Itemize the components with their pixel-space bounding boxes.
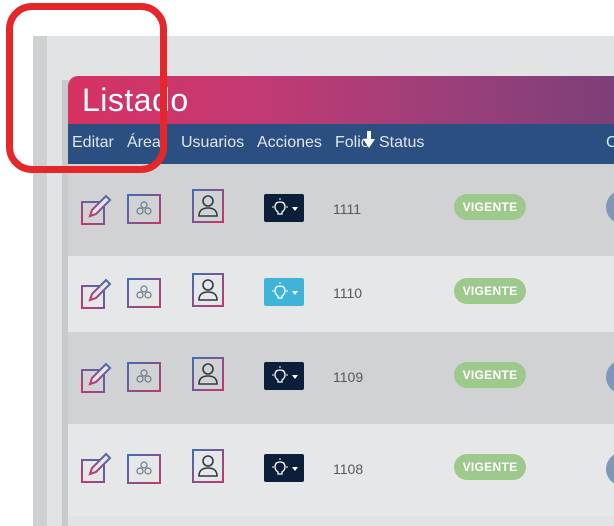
- chevron-down-icon: [292, 467, 298, 471]
- column-acciones[interactable]: Acciones: [257, 133, 322, 153]
- avatar[interactable]: [606, 452, 614, 486]
- column-usuarios[interactable]: Usuarios: [181, 133, 244, 153]
- folio-value: 1108: [333, 461, 364, 477]
- actions-button[interactable]: [264, 278, 304, 306]
- group-icon[interactable]: [127, 454, 161, 484]
- folio-value: 1111: [333, 201, 362, 217]
- edit-icon[interactable]: [80, 452, 112, 484]
- status-badge: VIGENTE: [454, 194, 526, 220]
- actions-button[interactable]: [264, 454, 304, 482]
- user-icon[interactable]: [192, 357, 224, 391]
- lightbulb-icon: [272, 198, 288, 215]
- edit-icon[interactable]: [80, 362, 112, 394]
- column-status[interactable]: Status: [379, 133, 424, 153]
- chevron-down-icon: [292, 375, 298, 379]
- actions-button[interactable]: [264, 194, 304, 222]
- sort-down-icon[interactable]: [363, 139, 375, 148]
- group-icon[interactable]: [127, 194, 161, 224]
- chevron-down-icon: [292, 207, 298, 211]
- user-icon[interactable]: [192, 449, 224, 483]
- user-icon[interactable]: [192, 273, 224, 307]
- actions-button[interactable]: [264, 362, 304, 390]
- lightbulb-icon: [272, 458, 288, 475]
- table-row: 1109 VIGENTE: [68, 332, 614, 424]
- edit-icon[interactable]: [80, 194, 112, 226]
- table-row: 1110 VIGENTE: [68, 256, 614, 332]
- chevron-down-icon: [292, 291, 298, 295]
- group-icon[interactable]: [127, 278, 161, 308]
- lightbulb-icon: [272, 282, 288, 299]
- table-row: 1111 VIGENTE: [68, 164, 614, 256]
- edit-icon[interactable]: [80, 278, 112, 310]
- status-badge: VIGENTE: [454, 454, 526, 480]
- annotation-highlight: [6, 3, 167, 173]
- status-badge: VIGENTE: [454, 362, 526, 388]
- user-icon[interactable]: [192, 189, 224, 223]
- group-icon[interactable]: [127, 362, 161, 392]
- lightbulb-icon: [272, 366, 288, 383]
- avatar[interactable]: [606, 360, 614, 394]
- column-partial[interactable]: C: [606, 133, 614, 153]
- folio-value: 1109: [333, 369, 364, 385]
- table-row: 1108 VIGENTE: [68, 424, 614, 516]
- status-badge: VIGENTE: [454, 278, 526, 304]
- avatar[interactable]: [606, 190, 614, 224]
- folio-value: 1110: [333, 285, 363, 301]
